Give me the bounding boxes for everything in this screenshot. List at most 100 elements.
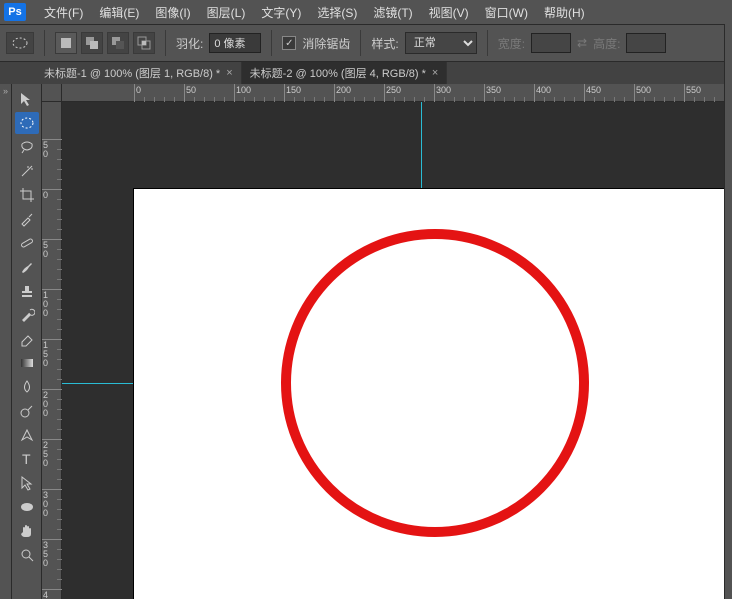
dodge-icon [19,403,35,419]
horizontal-ruler[interactable]: 050100150200250300350400450500550 [62,84,732,102]
selection-new[interactable] [55,32,77,54]
menu-image[interactable]: 图像(I) [147,4,198,21]
eyedropper-icon [19,211,35,227]
menu-bar: Ps 文件(F) 编辑(E) 图像(I) 图层(L) 文字(Y) 选择(S) 滤… [0,0,732,24]
options-bar: 羽化: ✓ 消除锯齿 样式: 正常 宽度: ⇄ 高度: [0,24,732,62]
stamp-icon [19,283,35,299]
menu-filter[interactable]: 滤镜(T) [365,4,420,21]
blur-tool[interactable] [15,376,39,398]
selection-new-icon [59,36,73,50]
lasso-tool[interactable] [15,136,39,158]
separator [360,30,361,56]
chevron-right-icon: » [3,86,8,96]
close-icon[interactable]: × [432,67,438,79]
main-area: » T 050100150200250300350400450500550 50… [0,84,732,599]
width-label: 宽度: [498,35,525,52]
move-tool[interactable] [15,88,39,110]
eraser-icon [19,331,35,347]
marquee-tool[interactable] [15,112,39,134]
document-tab-bar: 未标题-1 @ 100% (图层 1, RGB/8) * × 未标题-2 @ 1… [0,62,732,84]
history-brush-tool[interactable] [15,304,39,326]
menu-edit[interactable]: 编辑(E) [91,4,147,21]
gradient-tool[interactable] [15,352,39,374]
ellipse-marquee-icon [11,36,29,50]
separator [487,30,488,56]
menu-view[interactable]: 视图(V) [421,4,477,21]
pen-icon [19,427,35,443]
tab-label: 未标题-2 @ 100% (图层 4, RGB/8) * [250,65,426,81]
wand-icon [19,163,35,179]
document-tab-1[interactable]: 未标题-1 @ 100% (图层 1, RGB/8) * × [36,62,242,84]
separator [165,30,166,56]
menu-text[interactable]: 文字(Y) [253,4,309,21]
crop-tool[interactable] [15,184,39,206]
selection-add[interactable] [81,32,103,54]
arrow-icon [19,475,35,491]
style-select[interactable]: 正常 [405,32,477,54]
menu-window[interactable]: 窗口(W) [477,4,536,21]
gradient-icon [19,355,35,371]
ellipse-icon [19,499,35,515]
width-input [531,33,571,53]
bandaid-icon [19,235,35,251]
type-tool[interactable]: T [15,448,39,470]
selection-subtract-icon [111,36,125,50]
path-selection-tool[interactable] [15,472,39,494]
tab-label: 未标题-1 @ 100% (图层 1, RGB/8) * [44,65,220,81]
dodge-tool[interactable] [15,400,39,422]
brush-tool[interactable] [15,256,39,278]
shape-tool[interactable] [15,496,39,518]
clone-stamp-tool[interactable] [15,280,39,302]
menu-file[interactable]: 文件(F) [36,4,91,21]
hand-tool[interactable] [15,520,39,542]
menu-select[interactable]: 选择(S) [309,4,365,21]
antialias-label: 消除锯齿 [302,35,350,52]
magic-wand-tool[interactable] [15,160,39,182]
menu-layer[interactable]: 图层(L) [199,4,254,21]
document-tab-2[interactable]: 未标题-2 @ 100% (图层 4, RGB/8) * × [242,62,448,84]
lasso-icon [19,139,35,155]
current-tool-preset[interactable] [6,32,34,54]
right-panel-strip [724,24,732,599]
move-icon [19,91,35,107]
separator [271,30,272,56]
close-icon[interactable]: × [226,67,232,79]
feather-input[interactable] [209,33,261,53]
feather-label: 羽化: [176,35,203,52]
swap-wh-icon[interactable]: ⇄ [577,36,587,50]
selection-add-icon [85,36,99,50]
selection-mode-group [55,32,155,54]
vertical-ruler[interactable]: 50050100150200250300350400 [42,102,62,599]
eraser-tool[interactable] [15,328,39,350]
app-logo: Ps [4,3,26,21]
document-canvas[interactable]: Win7系统之家 Www.Winwin7.Com [134,189,732,599]
menu-help[interactable]: 帮助(H) [536,4,593,21]
crop-icon [19,187,35,203]
selection-intersect[interactable] [133,32,155,54]
zoom-icon [19,547,35,563]
selection-intersect-icon [137,36,151,50]
history-brush-icon [19,307,35,323]
hand-icon [19,523,35,539]
type-icon: T [19,451,35,467]
zoom-tool[interactable] [15,544,39,566]
style-label: 样式: [371,35,398,52]
droplet-icon [19,379,35,395]
ellipse-marquee-icon [19,115,35,131]
eyedropper-tool[interactable] [15,208,39,230]
canvas-viewport[interactable]: Win7系统之家 Www.Winwin7.Com [62,102,732,599]
height-input [626,33,666,53]
antialias-checkbox[interactable]: ✓ [282,36,296,50]
separator [44,30,45,56]
work-area: 050100150200250300350400450500550 500501… [42,84,732,599]
svg-text:T: T [22,451,31,467]
red-circle-shape [281,229,589,537]
ruler-origin[interactable] [42,84,62,102]
tools-panel: T [12,84,42,599]
pen-tool[interactable] [15,424,39,446]
healing-brush-tool[interactable] [15,232,39,254]
toolbar-collapse-gutter[interactable]: » [0,84,12,599]
selection-subtract[interactable] [107,32,129,54]
brush-icon [19,259,35,275]
height-label: 高度: [593,35,620,52]
